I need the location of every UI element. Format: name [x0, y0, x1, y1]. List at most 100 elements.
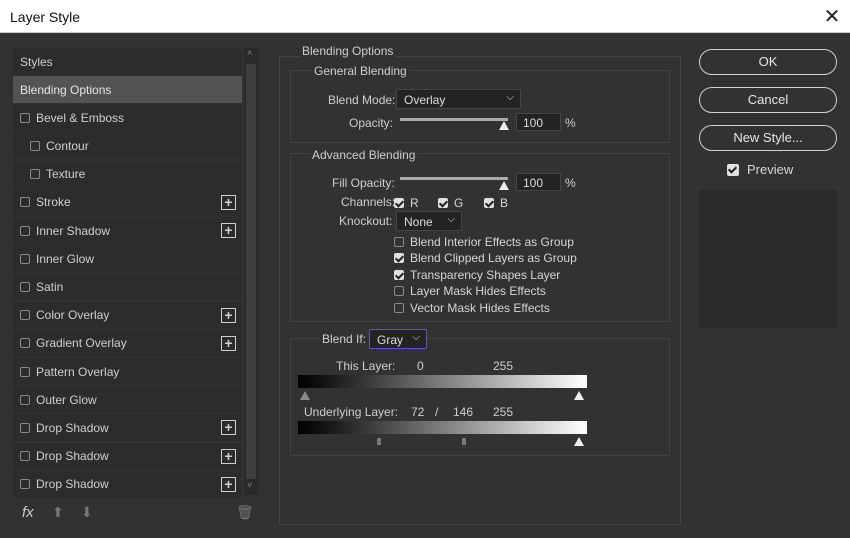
new-style-button[interactable]: New Style...	[699, 125, 837, 151]
style-item-label: Contour	[46, 138, 89, 153]
trash-icon[interactable]: 🗑	[236, 504, 254, 521]
knockout-select[interactable]: None ⌵	[396, 211, 462, 231]
checkbox[interactable]	[20, 394, 30, 405]
move-up-icon[interactable]: ⬆	[52, 504, 64, 521]
blend-mode-select[interactable]: Overlay ⌵	[396, 89, 521, 109]
window-title: Layer Style	[10, 9, 81, 25]
add-icon[interactable]: +	[221, 335, 236, 351]
checkbox[interactable]	[484, 198, 494, 208]
advanced-option-label: Layer Mask Hides Effects	[410, 284, 546, 299]
checkbox[interactable]	[394, 302, 404, 313]
styles-header[interactable]: Styles	[13, 48, 242, 75]
style-item-label: Drop Shadow	[36, 477, 109, 492]
checkbox[interactable]	[20, 479, 30, 490]
style-item-outer-glow[interactable]: Outer Glow	[13, 386, 242, 414]
opacity-slider[interactable]	[400, 118, 508, 121]
fill-opacity-input[interactable]: 100	[516, 173, 561, 191]
style-item-inner-glow[interactable]: Inner Glow	[13, 245, 242, 273]
blend-if-select[interactable]: Gray ⌵	[369, 329, 427, 349]
advanced-option[interactable]: Layer Mask Hides Effects	[394, 284, 546, 298]
checkbox[interactable]	[394, 237, 404, 247]
style-item-label: Satin	[36, 279, 64, 294]
advanced-blending-title: Advanced Blending	[310, 148, 418, 162]
style-item-color-overlay[interactable]: Color Overlay +	[13, 301, 242, 329]
fill-opacity-slider-thumb[interactable]	[499, 181, 509, 190]
advanced-option[interactable]: Blend Clipped Layers as Group	[394, 251, 577, 265]
checkbox[interactable]	[438, 198, 448, 208]
channel-r[interactable]: R	[394, 196, 419, 210]
checkbox[interactable]	[20, 366, 30, 377]
checkbox[interactable]	[20, 451, 30, 462]
this-layer-white-thumb[interactable]	[574, 391, 584, 400]
channel-g[interactable]: G	[438, 196, 463, 210]
add-icon[interactable]: +	[221, 476, 236, 492]
checkbox[interactable]	[20, 112, 30, 123]
checkbox[interactable]	[20, 422, 30, 433]
fx-button[interactable]: fx	[22, 504, 34, 521]
fill-opacity-label: Fill Opacity:	[332, 176, 395, 190]
add-icon[interactable]: +	[221, 307, 236, 323]
checkbox[interactable]	[20, 310, 30, 321]
checkbox[interactable]	[30, 140, 40, 151]
scrollbar[interactable]: ˄ ˅	[244, 48, 258, 495]
channel-r-label: R	[410, 196, 419, 210]
underlying-split-thumb-right[interactable]	[462, 438, 466, 445]
this-layer-gradient	[298, 375, 587, 388]
opacity-slider-thumb[interactable]	[499, 121, 509, 130]
cancel-button[interactable]: Cancel	[699, 87, 837, 113]
underlying-white-thumb[interactable]	[574, 437, 584, 446]
style-item-blending-options[interactable]: Blending Options	[13, 76, 242, 103]
add-icon[interactable]: +	[221, 448, 236, 464]
channel-b-label: B	[500, 196, 509, 210]
add-icon[interactable]: +	[221, 194, 236, 210]
move-down-icon[interactable]: ⬇	[81, 504, 93, 521]
preview-checkbox[interactable]: Preview	[727, 162, 793, 177]
underlying-split-thumb-left[interactable]	[377, 438, 381, 445]
opacity-input[interactable]: 100	[516, 113, 561, 131]
style-item-gradient-overlay[interactable]: Gradient Overlay +	[13, 329, 242, 357]
style-item-texture[interactable]: Texture	[13, 160, 242, 188]
checkbox[interactable]	[20, 338, 30, 349]
blend-mode-value: Overlay	[404, 93, 446, 107]
blend-if-value: Gray	[377, 333, 404, 347]
add-icon[interactable]: +	[221, 223, 236, 238]
checkbox[interactable]	[727, 163, 739, 176]
checkbox[interactable]	[20, 225, 30, 236]
checkbox[interactable]	[20, 281, 30, 292]
channels-label: Channels:	[341, 195, 396, 209]
checkbox[interactable]	[30, 169, 40, 180]
style-item-bevel-emboss[interactable]: Bevel & Emboss	[13, 104, 242, 132]
checkbox[interactable]	[394, 269, 404, 280]
this-layer-label: This Layer:	[336, 359, 396, 373]
style-item-drop-shadow[interactable]: Drop Shadow +	[13, 442, 242, 470]
style-item-label: Drop Shadow	[36, 449, 109, 464]
advanced-option[interactable]: Vector Mask Hides Effects	[394, 301, 550, 315]
style-item-drop-shadow[interactable]: Drop Shadow +	[13, 470, 242, 498]
add-icon[interactable]: +	[221, 420, 236, 436]
checkbox[interactable]	[394, 286, 404, 297]
style-item-drop-shadow[interactable]: Drop Shadow +	[13, 414, 242, 442]
scrollbar-thumb[interactable]	[246, 64, 256, 479]
scroll-up-icon[interactable]: ˄	[247, 48, 252, 58]
style-item-contour[interactable]: Contour	[13, 132, 242, 160]
checkbox[interactable]	[394, 198, 404, 208]
checkbox[interactable]	[20, 197, 30, 208]
style-item-inner-shadow[interactable]: Inner Shadow +	[13, 217, 242, 244]
style-item-pattern-overlay[interactable]: Pattern Overlay	[13, 358, 242, 385]
fill-opacity-slider[interactable]	[400, 177, 508, 180]
this-layer-max: 255	[493, 359, 514, 373]
advanced-option[interactable]: Blend Interior Effects as Group	[394, 235, 574, 249]
checkbox[interactable]	[394, 253, 404, 264]
close-icon[interactable]: ✕	[822, 4, 842, 29]
channel-b[interactable]: B	[484, 196, 508, 210]
scroll-down-icon[interactable]: ˅	[247, 480, 252, 490]
this-layer-black-thumb[interactable]	[300, 391, 310, 400]
advanced-option-label: Transparency Shapes Layer	[410, 267, 561, 282]
style-item-satin[interactable]: Satin	[13, 273, 242, 301]
style-item-stroke[interactable]: Stroke +	[13, 188, 242, 216]
percent-label: %	[565, 176, 576, 190]
advanced-option[interactable]: Transparency Shapes Layer	[394, 268, 560, 282]
checkbox[interactable]	[20, 253, 30, 264]
ok-button[interactable]: OK	[699, 49, 837, 75]
style-item-label: Inner Shadow	[36, 223, 111, 238]
